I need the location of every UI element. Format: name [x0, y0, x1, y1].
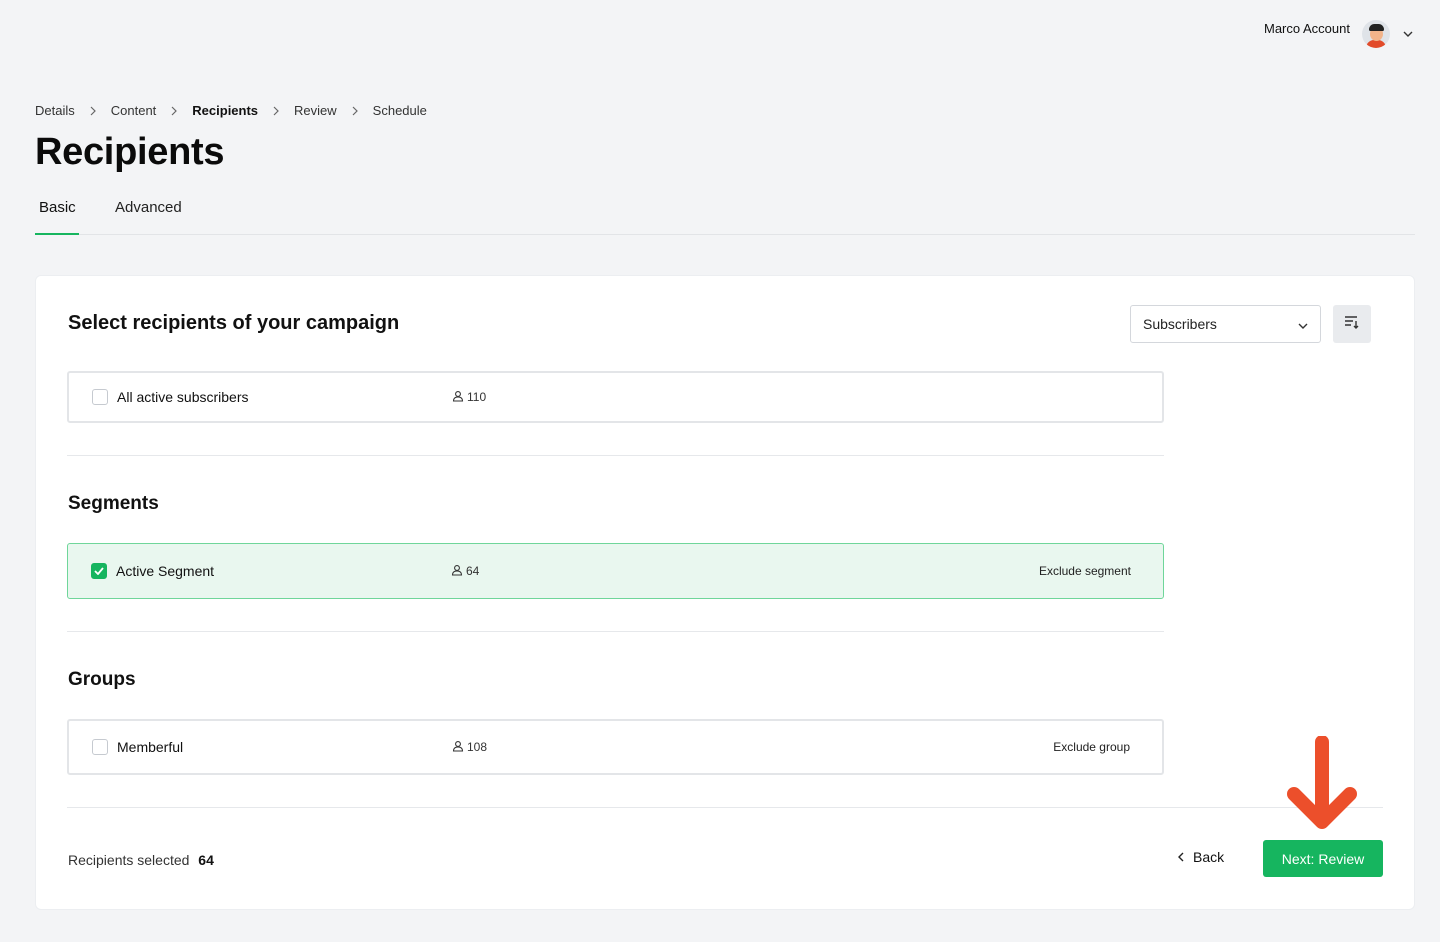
groups-title: Groups: [68, 669, 136, 690]
breadcrumb-content[interactable]: Content: [111, 103, 157, 118]
account-name: Marco Account: [1264, 20, 1350, 36]
segment-checkbox[interactable]: [91, 563, 107, 579]
card-title: Select recipients of your campaign: [68, 312, 400, 334]
count-value: 110: [467, 390, 487, 404]
segment-row[interactable]: Active Segment 64 Exclude segment: [67, 543, 1164, 599]
subscribers-select[interactable]: Subscribers: [1130, 305, 1321, 343]
all-subscribers-row[interactable]: All active subscribers 110: [67, 371, 1164, 423]
tab-bar: Basic Advanced: [35, 194, 1415, 235]
back-button[interactable]: Back: [1178, 849, 1224, 865]
page-title: Recipients: [35, 131, 225, 173]
segments-title: Segments: [68, 493, 159, 514]
summary-label: Recipients selected: [68, 852, 190, 868]
breadcrumb-details[interactable]: Details: [35, 103, 75, 118]
chevron-down-icon: [1298, 316, 1308, 332]
group-count: 108: [452, 740, 487, 755]
tab-advanced[interactable]: Advanced: [111, 194, 186, 235]
account-menu[interactable]: Marco Account: [1264, 20, 1414, 48]
divider: [67, 455, 1164, 456]
count-value: 64: [466, 564, 480, 578]
check-icon: [94, 567, 104, 575]
chevron-right-icon: [171, 106, 178, 116]
all-subscribers-label: All active subscribers: [117, 389, 249, 405]
segment-label: Active Segment: [116, 563, 215, 579]
sort-button[interactable]: [1333, 305, 1371, 343]
segment-count: 64: [451, 564, 479, 579]
next-review-button[interactable]: Next: Review: [1263, 840, 1383, 877]
recipients-card: Select recipients of your campaign Subsc…: [35, 275, 1415, 910]
footer-divider: [67, 807, 1383, 808]
exclude-segment-link[interactable]: Exclude segment: [1039, 564, 1131, 578]
chevron-right-icon: [273, 106, 279, 116]
user-icon: [452, 740, 464, 755]
group-row[interactable]: Memberful 108 Exclude group: [67, 719, 1164, 775]
user-icon: [452, 390, 464, 405]
chevron-left-icon: [1178, 849, 1184, 865]
divider: [67, 631, 1164, 632]
all-subscribers-checkbox[interactable]: [92, 389, 108, 405]
select-value: Subscribers: [1143, 316, 1217, 332]
user-icon: [451, 564, 463, 579]
group-label: Memberful: [117, 739, 184, 755]
recipients-summary: Recipients selected 64: [68, 852, 214, 868]
subscriber-count: 110: [452, 390, 486, 405]
count-value: 108: [467, 740, 488, 754]
tab-basic[interactable]: Basic: [35, 194, 79, 235]
chevron-right-icon: [90, 106, 96, 116]
breadcrumb-review[interactable]: Review: [294, 103, 337, 118]
chevron-right-icon: [352, 106, 358, 116]
summary-count: 64: [198, 852, 214, 868]
breadcrumb-recipients[interactable]: Recipients: [192, 103, 258, 118]
sort-icon: [1344, 315, 1360, 334]
group-checkbox[interactable]: [92, 739, 108, 755]
chevron-down-icon[interactable]: [1402, 28, 1414, 40]
avatar[interactable]: [1362, 20, 1390, 48]
arrow-down-icon: [1286, 735, 1358, 834]
back-label: Back: [1193, 849, 1225, 865]
breadcrumb-schedule[interactable]: Schedule: [373, 103, 427, 118]
exclude-group-link[interactable]: Exclude group: [1053, 740, 1130, 754]
breadcrumb: Details Content Recipients Review Schedu…: [35, 103, 427, 118]
